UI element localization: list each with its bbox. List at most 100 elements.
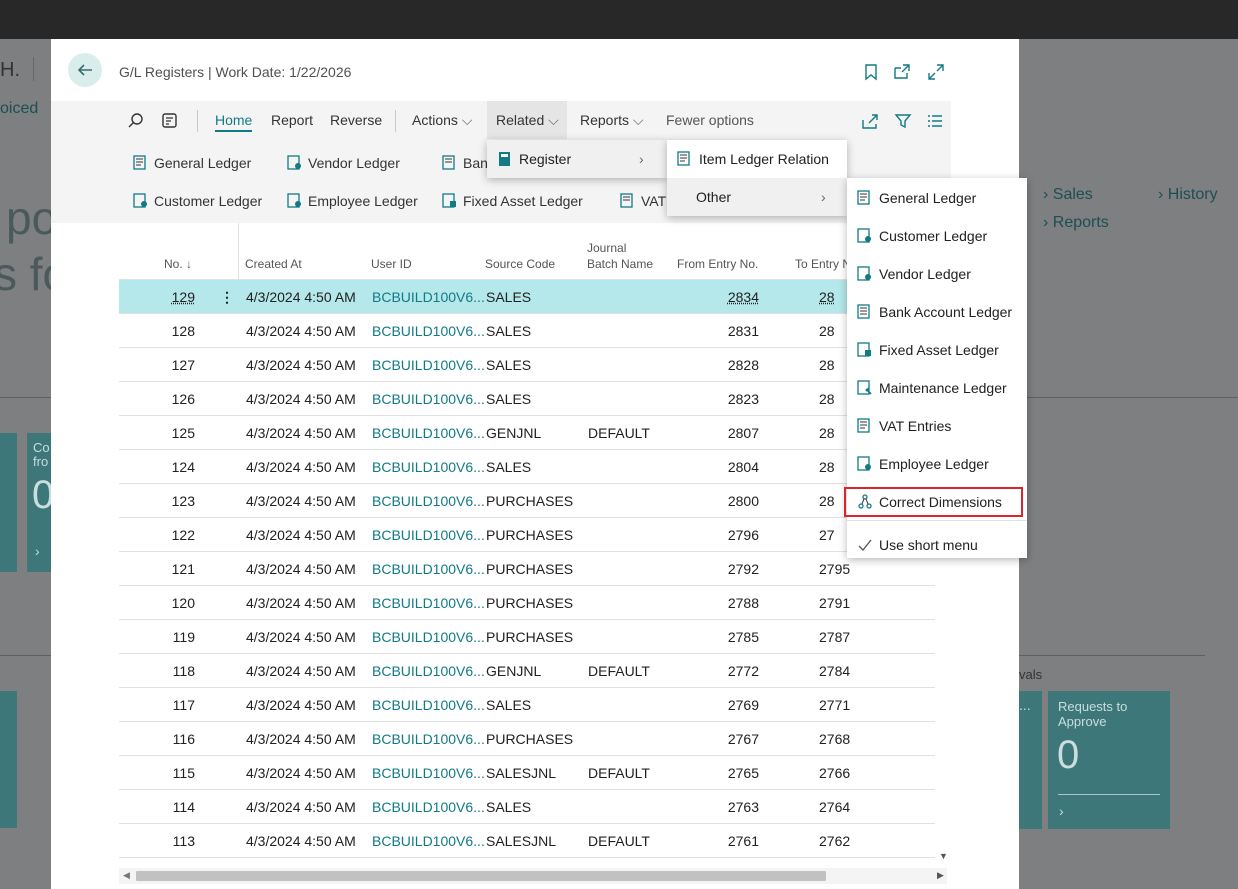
cell-no[interactable]: 119 (139, 629, 195, 645)
cell-no[interactable]: 113 (139, 833, 195, 849)
table-row[interactable]: 123 4/3/2024 4:50 AM BCBUILD100V6... PURCHA… (119, 484, 935, 518)
open-new-window-icon[interactable] (893, 63, 911, 81)
bg-link-history[interactable]: › History (1158, 186, 1218, 204)
menu-reports[interactable]: Reports ⌵ (580, 112, 644, 129)
cell-no[interactable]: 123 (139, 493, 195, 509)
menu-item-item-ledger-relation[interactable]: Item Ledger Relation (667, 140, 847, 178)
filter-icon[interactable] (894, 112, 912, 130)
horizontal-scroll-thumb[interactable] (136, 871, 826, 881)
col-header-created-at[interactable]: Created At (245, 257, 302, 271)
table-row[interactable]: 125 4/3/2024 4:50 AM BCBUILD100V6... GENJNL… (119, 416, 935, 450)
col-header-journal-batch-line2[interactable]: Batch Name (587, 257, 653, 271)
cell-no[interactable]: 126 (139, 391, 195, 407)
cell-user-id[interactable]: BCBUILD100V6... (372, 765, 485, 781)
cell-no[interactable]: 127 (139, 357, 195, 373)
cell-no[interactable]: 125 (139, 425, 195, 441)
cell-user-id[interactable]: BCBUILD100V6... (372, 527, 485, 543)
scroll-left-icon[interactable]: ◀ (123, 870, 130, 881)
cell-no[interactable]: 122 (139, 527, 195, 543)
cell-no[interactable]: 120 (139, 595, 195, 611)
table-row[interactable]: 129 ⋮ 4/3/2024 4:50 AM BCBUILD100V6... SALES… (119, 280, 935, 314)
menu-item-other[interactable]: Other › (667, 178, 847, 216)
menu-item-register[interactable]: Register › (487, 140, 667, 178)
col-header-source-code[interactable]: Source Code (485, 257, 555, 271)
menu-item-vendor-ledger[interactable]: Vendor Ledger (847, 255, 1027, 293)
share-icon[interactable] (861, 112, 879, 130)
table-row[interactable]: 116 4/3/2024 4:50 AM BCBUILD100V6... PURCHA… (119, 722, 935, 756)
menu-item-correct-dimensions[interactable]: Correct Dimensions (844, 487, 1023, 517)
tab-reverse[interactable]: Reverse (330, 112, 382, 128)
promoted-general-ledger[interactable]: General Ledger (133, 155, 251, 171)
menu-related[interactable]: Related ⌵ (496, 112, 559, 129)
cell-user-id[interactable]: BCBUILD100V6... (372, 493, 485, 509)
menu-item-employee-ledger[interactable]: Employee Ledger (847, 445, 1027, 483)
menu-item-fixed-asset-ledger[interactable]: Fixed Asset Ledger (847, 331, 1027, 369)
scroll-right-icon[interactable]: ▶ (937, 870, 944, 881)
table-row[interactable]: 119 4/3/2024 4:50 AM BCBUILD100V6... PURCHA… (119, 620, 935, 654)
promoted-vendor-ledger[interactable]: Vendor Ledger (287, 155, 400, 171)
bg-tile-requests-to-approve[interactable]: Requests to Approve 0 › (1048, 691, 1170, 829)
bookmark-icon[interactable] (862, 63, 880, 81)
col-header-from-entry[interactable]: From Entry No. (677, 257, 758, 271)
cell-no[interactable]: 117 (139, 697, 195, 713)
fewer-options-button[interactable]: Fewer options (666, 112, 754, 128)
cell-no[interactable]: 114 (139, 799, 195, 815)
bg-tile-left-top[interactable] (0, 433, 17, 572)
table-row[interactable]: 114 4/3/2024 4:50 AM BCBUILD100V6... SALES 2… (119, 790, 935, 824)
row-actions-icon[interactable]: ⋮ (220, 289, 234, 306)
table-row[interactable]: 118 4/3/2024 4:50 AM BCBUILD100V6... GENJNL… (119, 654, 935, 688)
table-row[interactable]: 121 4/3/2024 4:50 AM BCBUILD100V6... PURCHA… (119, 552, 935, 586)
cell-user-id[interactable]: BCBUILD100V6... (372, 357, 485, 373)
menu-actions[interactable]: Actions ⌵ (412, 112, 472, 129)
col-header-user-id[interactable]: User ID (371, 257, 412, 271)
bg-tile-cont[interactable]: Co fro 0 › (27, 433, 54, 572)
cell-user-id[interactable]: BCBUILD100V6... (372, 391, 485, 407)
table-row[interactable]: 120 4/3/2024 4:50 AM BCBUILD100V6... PURCHA… (119, 586, 935, 620)
scroll-down-icon[interactable]: ▼ (939, 851, 948, 861)
cell-user-id[interactable]: BCBUILD100V6... (372, 459, 485, 475)
menu-item-general-ledger[interactable]: General Ledger (847, 179, 1027, 217)
table-row[interactable]: 113 4/3/2024 4:50 AM BCBUILD100V6... SALESJ… (119, 824, 935, 858)
edit-list-icon[interactable] (161, 112, 179, 130)
list-view-icon[interactable] (926, 112, 944, 130)
cell-user-id[interactable]: BCBUILD100V6... (372, 697, 485, 713)
table-row[interactable]: 122 4/3/2024 4:50 AM BCBUILD100V6... PURCHA… (119, 518, 935, 552)
promoted-vat[interactable]: VAT (620, 193, 666, 209)
tab-report[interactable]: Report (271, 112, 313, 128)
cell-user-id[interactable]: BCBUILD100V6... (372, 289, 485, 305)
back-button[interactable] (68, 53, 102, 87)
cell-user-id[interactable]: BCBUILD100V6... (372, 425, 485, 441)
cell-no[interactable]: 128 (139, 323, 195, 339)
table-row[interactable]: 117 4/3/2024 4:50 AM BCBUILD100V6... SALES 2… (119, 688, 935, 722)
menu-item-vat-entries[interactable]: VAT Entries (847, 407, 1027, 445)
cell-no[interactable]: 115 (139, 765, 195, 781)
table-row[interactable]: 128 4/3/2024 4:50 AM BCBUILD100V6... SALES 2… (119, 314, 935, 348)
expand-icon[interactable] (927, 63, 945, 81)
col-header-journal-batch-line1[interactable]: Journal (587, 241, 626, 255)
tab-home[interactable]: Home (215, 112, 253, 132)
cell-user-id[interactable]: BCBUILD100V6... (372, 629, 485, 645)
menu-item-use-short-menu[interactable]: Use short menu (847, 526, 1027, 564)
bg-tile-partial[interactable]: ... (1019, 691, 1042, 829)
cell-no[interactable]: 118 (139, 663, 195, 679)
cell-no[interactable]: 124 (139, 459, 195, 475)
bg-link-reports[interactable]: › Reports (1043, 214, 1109, 232)
horizontal-scrollbar[interactable]: ◀ ▶ (119, 868, 947, 884)
cell-user-id[interactable]: BCBUILD100V6... (372, 731, 485, 747)
promoted-customer-ledger[interactable]: Customer Ledger (133, 193, 262, 209)
cell-user-id[interactable]: BCBUILD100V6... (372, 663, 485, 679)
cell-no[interactable]: 116 (139, 731, 195, 747)
menu-item-bank-account-ledger[interactable]: Bank Account Ledger (847, 293, 1027, 331)
cell-user-id[interactable]: BCBUILD100V6... (372, 799, 485, 815)
table-row[interactable]: 124 4/3/2024 4:50 AM BCBUILD100V6... SALES 2… (119, 450, 935, 484)
cell-user-id[interactable]: BCBUILD100V6... (372, 561, 485, 577)
cell-no[interactable]: 129 (139, 289, 195, 305)
col-header-no[interactable]: No. ↓ (164, 257, 192, 271)
cell-user-id[interactable]: BCBUILD100V6... (372, 833, 485, 849)
bg-link-sales[interactable]: › Sales (1043, 186, 1093, 204)
cell-no[interactable]: 121 (139, 561, 195, 577)
table-row[interactable]: 115 4/3/2024 4:50 AM BCBUILD100V6... SALESJ… (119, 756, 935, 790)
col-header-to-entry[interactable]: To Entry N (795, 257, 851, 271)
promoted-employee-ledger[interactable]: Employee Ledger (287, 193, 418, 209)
search-icon[interactable] (127, 112, 145, 130)
